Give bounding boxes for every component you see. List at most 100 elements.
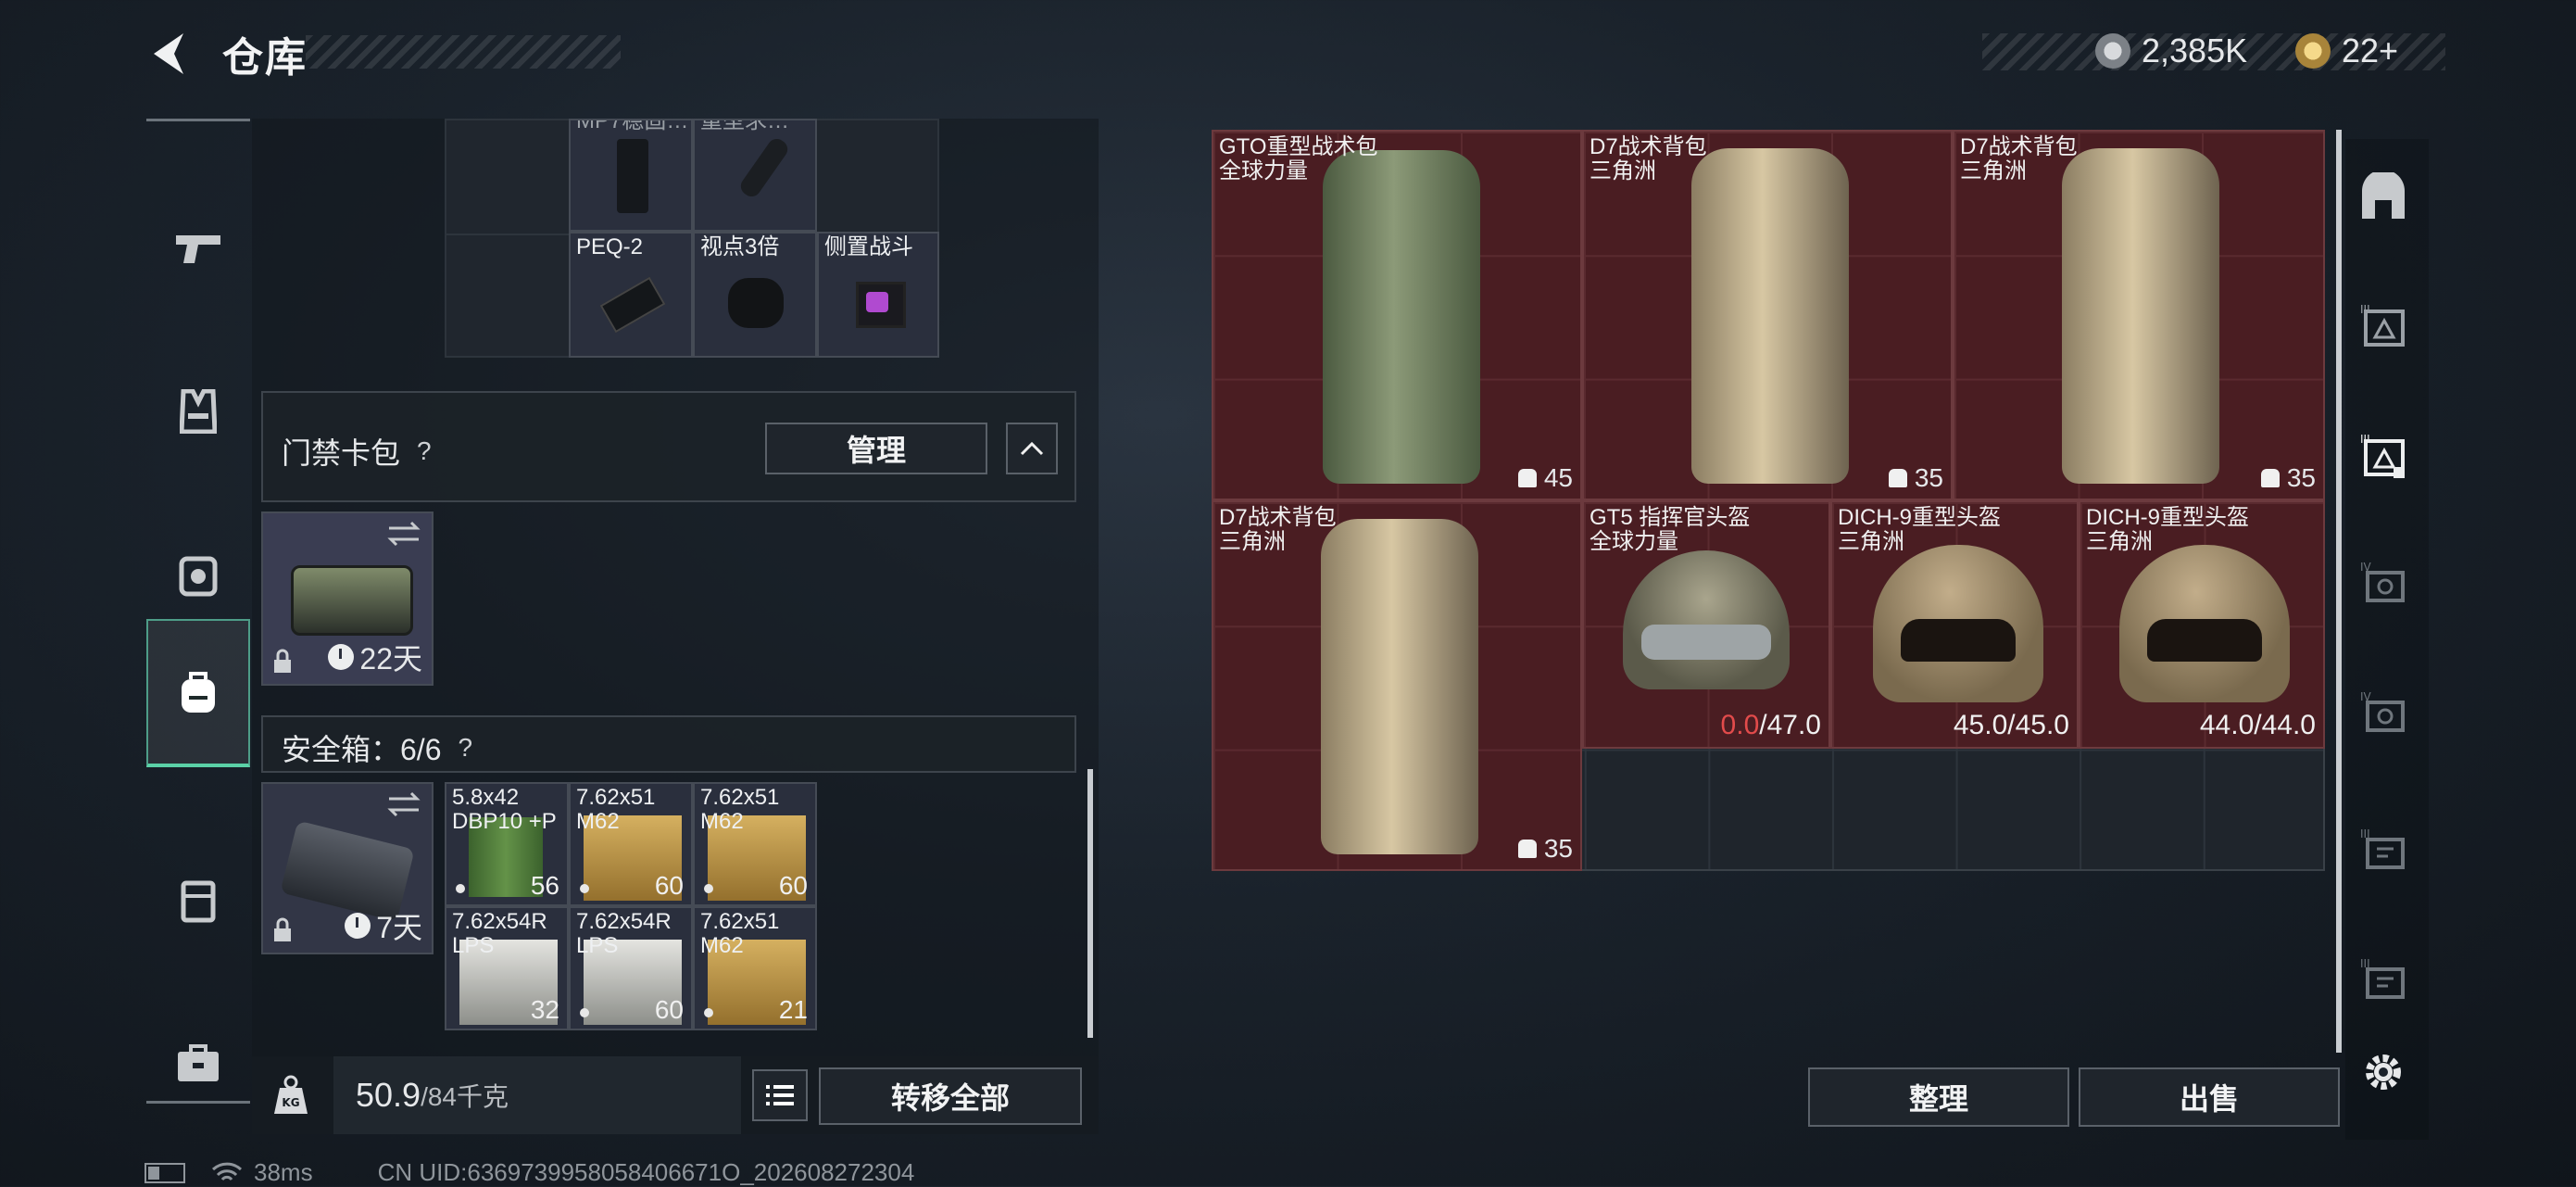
stash-item-backpack[interactable]: GTO重型战术包 全球力量 45 xyxy=(1212,130,1582,500)
ammo-item[interactable]: 5.8x42 DBP10 +P 56 xyxy=(445,782,569,906)
left-scrollbar[interactable] xyxy=(1087,769,1093,1038)
helmet-art xyxy=(1623,550,1790,689)
capacity-icon xyxy=(1888,469,1907,487)
backpack-art xyxy=(1321,519,1478,854)
durability: 45.0/45.0 xyxy=(1953,710,2069,740)
stash-item-helmet[interactable]: DICH-9重型头盔 三角洲 44.0/44.0 xyxy=(2079,500,2325,749)
grid-item-partial[interactable]: 重型求… xyxy=(693,119,817,232)
keycard-case-art xyxy=(291,565,413,636)
help-icon[interactable]: ? xyxy=(459,733,473,763)
capacity-value: 45 xyxy=(1543,463,1573,492)
container-tier4-icon[interactable]: IV xyxy=(2358,689,2408,739)
rail-toolbox[interactable] xyxy=(146,990,250,1138)
chevron-up-icon xyxy=(1020,441,1044,456)
collapse-button[interactable] xyxy=(1006,423,1058,474)
grid-item-side-sight[interactable]: 侧置战斗 xyxy=(817,232,939,358)
svg-text:III: III xyxy=(2360,957,2370,970)
ammo-item[interactable]: 7.62x51 M62 21 xyxy=(693,906,817,1030)
toolbox-icon xyxy=(178,1044,219,1081)
clock-icon xyxy=(328,644,355,670)
vest-icon xyxy=(180,389,217,434)
keycard-title: 门禁卡包 xyxy=(282,436,401,470)
helmet-art xyxy=(2119,545,2290,702)
wifi-icon xyxy=(211,1162,243,1181)
container-tier3-locked-icon[interactable]: III xyxy=(2358,432,2408,482)
list-view-button[interactable] xyxy=(752,1069,808,1121)
lock-icon xyxy=(274,649,291,673)
uid-text: CN UID:6369739958058406671O_202608272304 xyxy=(377,1158,915,1186)
svg-text:IV: IV xyxy=(2360,561,2372,574)
backpack-art xyxy=(2062,148,2219,484)
case-icon xyxy=(181,880,216,923)
clock-icon xyxy=(345,913,371,939)
container-tier3-icon[interactable]: III xyxy=(2358,302,2408,352)
grid-item-scope[interactable]: 视点3倍 xyxy=(693,232,817,358)
capacity-value: 35 xyxy=(2286,463,2316,492)
grip-art xyxy=(617,139,648,213)
ammo-item[interactable]: 7.62x54R LPS 60 xyxy=(569,906,693,1030)
stash-home-icon[interactable] xyxy=(2358,172,2408,222)
durability-max: /47.0 xyxy=(1759,710,1821,740)
ammo-item[interactable]: 7.62x51 M62 60 xyxy=(693,782,817,906)
svg-text:III: III xyxy=(2360,433,2370,446)
transfer-all-button[interactable]: 转移全部 xyxy=(819,1067,1082,1125)
status-bar: 38ms CN UID:6369739958058406671O_2026082… xyxy=(145,1158,914,1187)
weight-max: /84千克 xyxy=(421,1082,509,1111)
help-icon[interactable]: ? xyxy=(417,436,432,466)
capacity-value: 35 xyxy=(1914,463,1943,492)
keycard-case-slot[interactable]: 22天 xyxy=(261,511,434,686)
container-tier3-icon[interactable]: III xyxy=(2358,827,2408,877)
ammo-item[interactable]: 7.62x51 M62 60 xyxy=(569,782,693,906)
weight-readout: 50.9 /84千克 xyxy=(333,1056,741,1134)
rail-divider xyxy=(146,1101,250,1104)
stash-scrollbar[interactable] xyxy=(2336,130,2342,1053)
currency-silver[interactable]: 2,385K xyxy=(2095,32,2247,70)
backpack-art xyxy=(1323,150,1480,484)
rail-backpack[interactable] xyxy=(146,619,250,767)
rail-container[interactable] xyxy=(146,827,250,975)
ammo-item[interactable]: 7.62x54R LPS 32 xyxy=(445,906,569,1030)
laser-art xyxy=(599,276,666,334)
stash-item-backpack[interactable]: D7战术背包 三角洲 35 xyxy=(1953,130,2325,500)
pistol-icon xyxy=(176,235,220,263)
list-icon xyxy=(766,1085,794,1105)
back-icon[interactable] xyxy=(146,28,193,80)
chest-rig-icon xyxy=(179,556,218,597)
safebox-section-header: 安全箱：6/6 ? xyxy=(261,715,1076,773)
container-tier4-icon[interactable]: IV xyxy=(2358,560,2408,610)
silver-coin-icon xyxy=(2095,33,2130,69)
category-rail xyxy=(146,119,250,1105)
currency-silver-value: 2,385K xyxy=(2142,32,2248,69)
reddot-art xyxy=(856,282,906,328)
rail-weapons[interactable] xyxy=(146,174,250,322)
stash-item-helmet[interactable]: GT5 指挥官头盔 全球力量 0.0/47.0 xyxy=(1582,500,1830,749)
safebox-timer: 7天 xyxy=(376,911,422,944)
helmet-art xyxy=(1873,545,2043,702)
rail-armor[interactable] xyxy=(146,337,250,486)
svg-text:III: III xyxy=(2360,827,2370,840)
settings-gear-icon[interactable] xyxy=(2358,1047,2408,1097)
ping-value: 38ms xyxy=(254,1158,313,1186)
capacity-icon xyxy=(1517,840,1537,858)
sort-button[interactable]: 整理 xyxy=(1808,1067,2069,1127)
grid-item-peq2[interactable]: PEQ-2 xyxy=(569,232,693,358)
container-tier3-icon[interactable]: III xyxy=(2358,956,2408,1006)
durability: 44.0/44.0 xyxy=(2199,710,2316,740)
svg-text:IV: IV xyxy=(2360,690,2372,703)
currency-gold[interactable]: 22+ xyxy=(2295,32,2398,70)
grid-item-partial[interactable]: MP7稳固… xyxy=(569,119,693,232)
stash-item-backpack[interactable]: D7战术背包 三角洲 35 xyxy=(1212,500,1582,871)
stash-item-backpack[interactable]: D7战术背包 三角洲 35 xyxy=(1582,130,1953,500)
swap-icon xyxy=(387,791,421,817)
capacity-icon xyxy=(2260,469,2280,487)
svg-text:KG: KG xyxy=(282,1096,299,1109)
safebox-title: 安全箱：6/6 xyxy=(282,733,442,766)
svg-text:III: III xyxy=(2360,303,2370,316)
stash-item-helmet[interactable]: DICH-9重型头盔 三角洲 45.0/45.0 xyxy=(1830,500,2079,749)
sell-button[interactable]: 出售 xyxy=(2079,1067,2340,1127)
backpack-art xyxy=(1691,148,1849,484)
header-stripe xyxy=(306,35,621,69)
capacity-icon xyxy=(1517,469,1537,487)
manage-button[interactable]: 管理 xyxy=(765,423,987,474)
safebox-case-slot[interactable]: 7天 xyxy=(261,782,434,954)
